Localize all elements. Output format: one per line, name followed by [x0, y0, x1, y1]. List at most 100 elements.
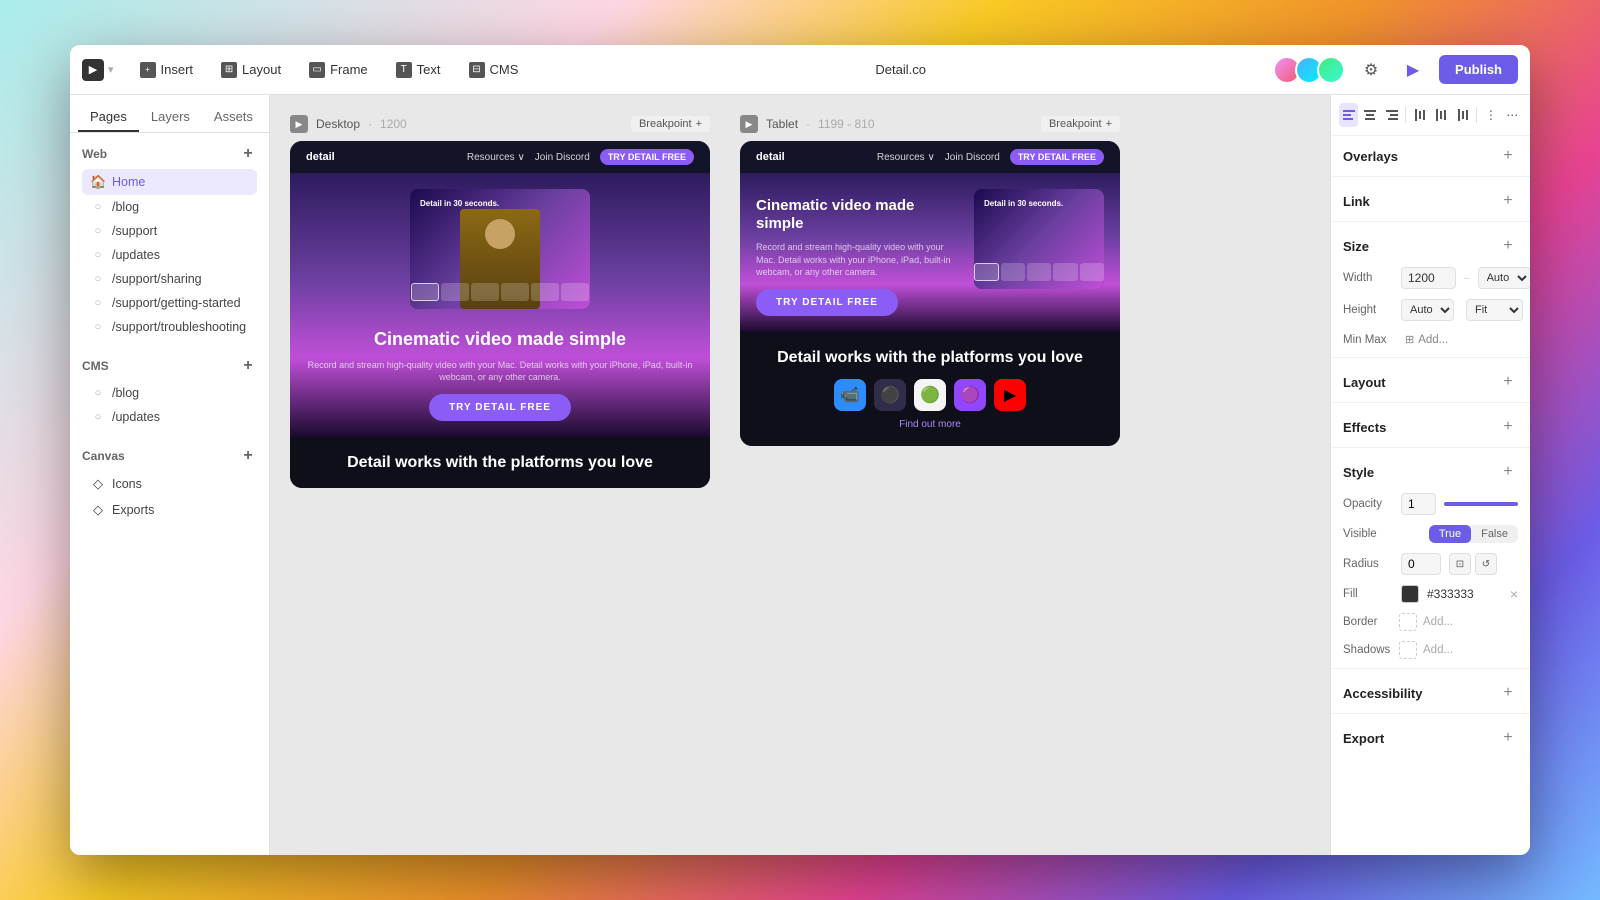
size-section-row[interactable]: Size +: [1331, 226, 1530, 262]
cms-button[interactable]: ⊟ CMS: [459, 57, 529, 83]
avatar-3: [1317, 56, 1345, 84]
tab-layers[interactable]: Layers: [139, 103, 202, 132]
text-label: Text: [417, 62, 441, 77]
text-button[interactable]: T Text: [386, 57, 451, 83]
radius-individual-btn[interactable]: ↺: [1475, 553, 1497, 575]
effects-add-btn[interactable]: +: [1498, 417, 1518, 437]
align-middle-btn[interactable]: [1432, 103, 1451, 127]
desktop-video-overlay: Detail in 30 seconds.: [420, 199, 499, 208]
web-add-button[interactable]: +: [239, 145, 257, 163]
canvas-add-button[interactable]: +: [239, 447, 257, 465]
tablet-thumb-3: [1027, 263, 1051, 281]
shadows-add-label[interactable]: Add...: [1423, 644, 1453, 656]
tablet-hero-cta[interactable]: TRY DETAIL FREE: [756, 289, 898, 316]
align-center-btn[interactable]: [1360, 103, 1379, 127]
desktop-breakpoint-label: Breakpoint: [639, 118, 692, 130]
tab-pages[interactable]: Pages: [78, 103, 139, 132]
publish-button[interactable]: Publish: [1439, 55, 1518, 84]
frame-button[interactable]: ▭ Frame: [299, 57, 378, 83]
canvas-area[interactable]: ▶ Desktop · 1200 Breakpoint + detail Res…: [270, 95, 1330, 855]
layout-title: Layout: [1343, 375, 1386, 390]
tablet-find-out-more[interactable]: Find out more: [756, 419, 1104, 430]
insert-button[interactable]: + Insert: [130, 57, 204, 83]
settings-button[interactable]: ⚙: [1355, 54, 1387, 86]
export-add-btn[interactable]: +: [1498, 728, 1518, 748]
page-icon-blog: ○: [90, 201, 106, 213]
width-row: Width – Auto px %: [1331, 262, 1530, 294]
nav-blog[interactable]: ○ /blog: [82, 195, 257, 219]
tablet-platforms: Detail works with the platforms you love…: [740, 332, 1120, 446]
app-window: ▶ ▾ + Insert ⊞ Layout ▭ Frame T Text ⊟ C…: [70, 45, 1530, 855]
accessibility-section-row[interactable]: Accessibility +: [1331, 673, 1530, 709]
nav-getting-started[interactable]: ○ /support/getting-started: [82, 291, 257, 315]
distribute-v-btn[interactable]: ⋯: [1503, 103, 1522, 127]
nav-cms-blog[interactable]: ○ /blog: [82, 381, 257, 405]
visible-false-option[interactable]: False: [1471, 525, 1518, 543]
accessibility-add-btn[interactable]: +: [1498, 683, 1518, 703]
fill-value: #333333: [1427, 587, 1502, 601]
divider-link: [1331, 221, 1530, 222]
left-sidebar: Pages Layers Assets Web + 🏠 Home ○ /blog: [70, 95, 270, 855]
cms-icon: ⊟: [469, 62, 485, 78]
link-add-btn[interactable]: +: [1498, 191, 1518, 211]
export-title: Export: [1343, 731, 1384, 746]
cms-add-button[interactable]: +: [239, 357, 257, 375]
overlays-add-btn[interactable]: +: [1498, 146, 1518, 166]
opacity-label: Opacity: [1343, 498, 1393, 510]
fill-swatch[interactable]: [1401, 585, 1419, 603]
width-unit-select[interactable]: Auto px %: [1478, 267, 1530, 289]
style-section-row[interactable]: Style +: [1331, 452, 1530, 488]
nav-sharing[interactable]: ○ /support/sharing: [82, 267, 257, 291]
desktop-breakpoint-btn[interactable]: Breakpoint +: [631, 116, 710, 132]
fill-remove-btn[interactable]: ×: [1510, 586, 1518, 602]
nav-home[interactable]: 🏠 Home: [82, 169, 257, 195]
align-right-btn[interactable]: [1382, 103, 1401, 127]
style-add-btn[interactable]: +: [1498, 462, 1518, 482]
opacity-input[interactable]: [1401, 493, 1436, 515]
thumb-2: [441, 283, 469, 301]
link-section-row[interactable]: Link +: [1331, 181, 1530, 217]
width-input[interactable]: [1401, 267, 1456, 289]
export-section-row[interactable]: Export +: [1331, 718, 1530, 754]
tablet-resources: Resources ∨: [877, 152, 935, 163]
opacity-slider[interactable]: [1444, 502, 1518, 506]
nav-icons[interactable]: ◇ Icons: [82, 471, 257, 497]
desktop-hero-title: Cinematic video made simple: [374, 329, 626, 351]
align-top-btn[interactable]: [1410, 103, 1429, 127]
tablet-try-btn[interactable]: TRY DETAIL FREE: [1010, 149, 1104, 165]
distribute-h-btn[interactable]: ⋮: [1481, 103, 1500, 127]
radius-uniform-btn[interactable]: ⊡: [1449, 553, 1471, 575]
visible-toggle[interactable]: True False: [1429, 525, 1518, 543]
nav-support[interactable]: ○ /support: [82, 219, 257, 243]
nav-cms-updates[interactable]: ○ /updates: [82, 405, 257, 429]
size-add-btn[interactable]: +: [1498, 236, 1518, 256]
nav-updates[interactable]: ○ /updates: [82, 243, 257, 267]
tablet-frame-header: ▶ Tablet · 1199 - 810 Breakpoint +: [740, 115, 1120, 133]
layout-section-row[interactable]: Layout +: [1331, 362, 1530, 398]
border-add-label[interactable]: Add...: [1423, 616, 1453, 628]
tab-assets[interactable]: Assets: [202, 103, 265, 132]
nav-exports[interactable]: ◇ Exports: [82, 497, 257, 523]
shadows-label: Shadows: [1343, 644, 1393, 656]
desktop-hero-cta[interactable]: TRY DETAIL FREE: [429, 394, 571, 421]
layout-button[interactable]: ⊞ Layout: [211, 57, 291, 83]
tablet-size-val: 1199 - 810: [818, 117, 875, 131]
min-max-add-btn[interactable]: ⊞ Add...: [1401, 331, 1452, 348]
layout-add-btn[interactable]: +: [1498, 372, 1518, 392]
overlays-section-row[interactable]: Overlays +: [1331, 136, 1530, 172]
height-unit-select[interactable]: Fit Fill Fixed: [1466, 299, 1523, 321]
page-icon-ts: ○: [90, 321, 106, 333]
effects-section-row[interactable]: Effects +: [1331, 407, 1530, 443]
desktop-try-btn[interactable]: TRY DETAIL FREE: [600, 149, 694, 165]
height-value-select[interactable]: Auto px: [1401, 299, 1454, 321]
tablet-breakpoint-btn[interactable]: Breakpoint +: [1041, 116, 1120, 132]
logo-icon[interactable]: ▶: [82, 59, 104, 81]
radius-input[interactable]: [1401, 553, 1441, 575]
avatar-group: [1273, 56, 1345, 84]
align-bottom-btn[interactable]: [1453, 103, 1472, 127]
align-left-btn[interactable]: [1339, 103, 1358, 127]
nav-troubleshooting[interactable]: ○ /support/troubleshooting: [82, 315, 257, 339]
logo-arrow[interactable]: ▾: [108, 63, 114, 76]
visible-true-option[interactable]: True: [1429, 525, 1471, 543]
play-button[interactable]: ▶: [1397, 54, 1429, 86]
